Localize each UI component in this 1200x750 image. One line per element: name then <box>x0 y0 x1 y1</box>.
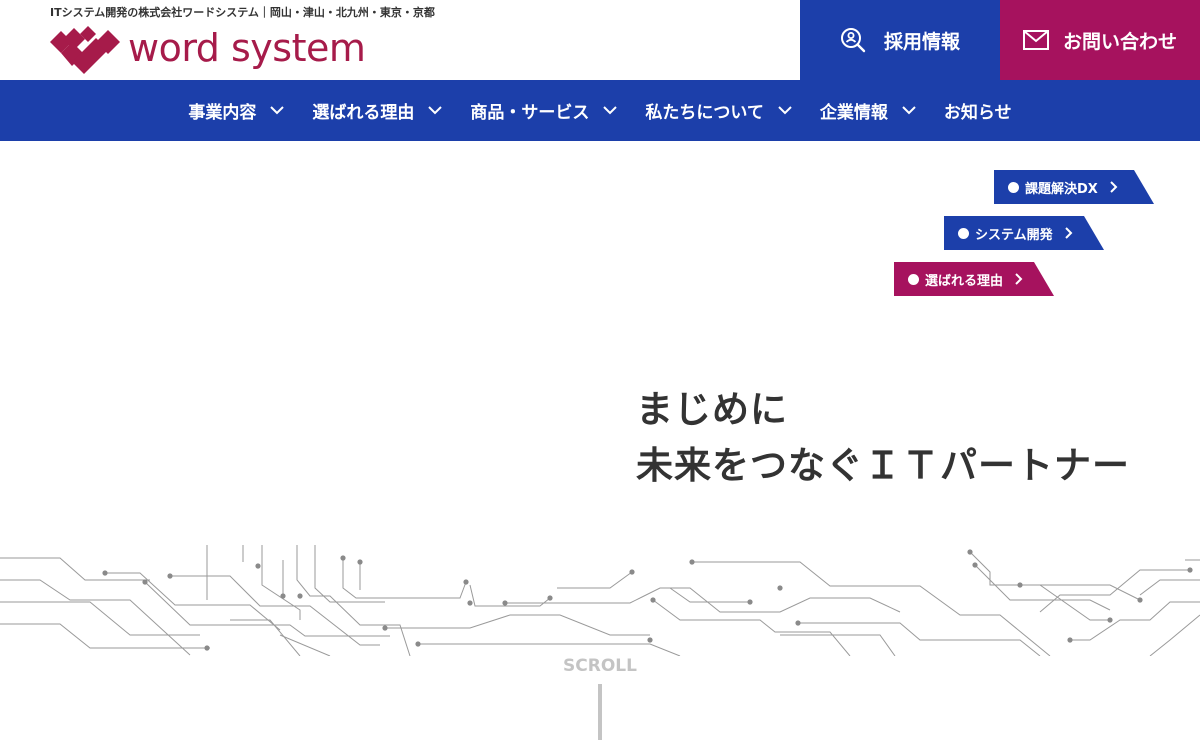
chevron-right-icon <box>1065 227 1073 239</box>
tag-link-label: 選ばれる理由 <box>925 273 1004 289</box>
site-logo[interactable]: word system <box>50 22 380 74</box>
tag-link-reasons[interactable]: 選ばれる理由 <box>894 262 1054 296</box>
logo-mark-icon <box>50 26 120 74</box>
nav-item-label: 企業情報 <box>819 103 888 123</box>
hero-catchphrase-line1: まじめに <box>636 388 788 431</box>
nav-item-label: 私たちについて <box>645 103 764 123</box>
bullet-dot-icon <box>958 228 969 239</box>
scroll-indicator-label: SCROLL <box>563 656 637 676</box>
tag-link-label: システム開発 <box>975 227 1053 243</box>
bullet-dot-icon <box>908 274 919 285</box>
site-tagline: ITシステム開発の株式会社ワードシステム｜岡山・津山・北九州・東京・京都 <box>50 6 435 19</box>
recruit-button[interactable]: 採用情報 <box>800 0 1000 80</box>
nav-item-label: 商品・サービス <box>470 103 590 123</box>
site-header: ITシステム開発の株式会社ワードシステム｜岡山・津山・北九州・東京・京都 wor… <box>0 0 1200 80</box>
nav-item-label: お知らせ <box>943 103 1012 123</box>
chevron-down-icon <box>270 106 285 115</box>
bullet-dot-icon <box>1008 182 1019 193</box>
nav-item-news[interactable]: お知らせ <box>944 98 1012 123</box>
logo-text: word system <box>128 26 366 70</box>
mail-icon <box>1022 30 1049 50</box>
nav-item-label: 選ばれる理由 <box>312 103 415 123</box>
search-person-icon <box>840 28 866 53</box>
chevron-right-icon <box>1015 273 1023 285</box>
recruit-button-label: 採用情報 <box>883 30 960 53</box>
nav-item-company[interactable]: 企業情報 <box>820 98 916 123</box>
scroll-indicator-line <box>598 684 602 740</box>
tag-link-label: 課題解決DX <box>1025 181 1098 197</box>
chevron-down-icon <box>902 106 916 115</box>
chevron-down-icon <box>778 106 792 115</box>
circuit-board-illustration <box>0 545 1200 656</box>
hero-catchphrase: まじめに 未来をつなぐＩＴパートナー <box>636 382 1130 494</box>
nav-item-label: 事業内容 <box>188 103 257 123</box>
hero-catchphrase-line2: 未来をつなぐＩＴパートナー <box>636 444 1130 487</box>
nav-item-products[interactable]: 商品・サービス <box>470 98 618 123</box>
global-nav: 事業内容 選ばれる理由 商品・サービス 私たちについて 企業情報 お知らせ <box>0 80 1200 141</box>
chevron-down-icon <box>428 106 443 115</box>
chevron-right-icon <box>1110 181 1118 193</box>
chevron-down-icon <box>603 106 618 115</box>
nav-item-about[interactable]: 私たちについて <box>645 98 792 123</box>
tag-link-system-dev[interactable]: システム開発 <box>944 216 1104 250</box>
tag-link-dx[interactable]: 課題解決DX <box>994 170 1154 204</box>
nav-item-business[interactable]: 事業内容 <box>188 98 285 123</box>
nav-item-reasons[interactable]: 選ばれる理由 <box>312 98 443 123</box>
contact-button[interactable]: お問い合わせ <box>1000 0 1200 80</box>
contact-button-label: お問い合わせ <box>1062 30 1177 53</box>
